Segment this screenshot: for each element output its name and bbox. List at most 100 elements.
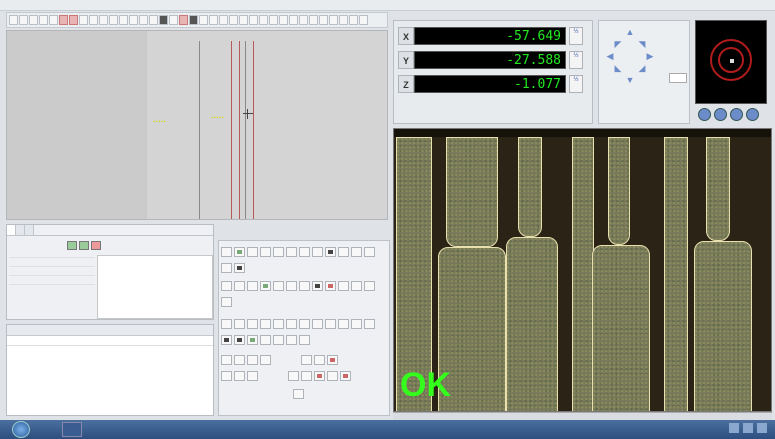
jog-up-right-icon[interactable]: ◥	[637, 39, 647, 49]
tool-button[interactable]	[299, 281, 310, 291]
tool-button[interactable]	[299, 335, 310, 345]
toolbar-button[interactable]	[299, 15, 308, 25]
tool-button[interactable]	[221, 247, 232, 257]
tool-button[interactable]	[340, 371, 351, 381]
radar-button[interactable]	[730, 108, 743, 121]
tool-button[interactable]	[247, 355, 258, 365]
jog-speed-field[interactable]	[669, 73, 687, 83]
jog-down-icon[interactable]: ▼	[625, 75, 635, 85]
toolbar-button[interactable]	[19, 15, 28, 25]
cad-view[interactable]: ····· ····· ⊥	[6, 30, 388, 220]
toolbar-button[interactable]	[59, 15, 68, 25]
tool-button[interactable]	[234, 319, 245, 329]
tool-button[interactable]	[299, 319, 310, 329]
toolbar-button[interactable]	[209, 15, 218, 25]
toolbar-button[interactable]	[129, 15, 138, 25]
tool-button[interactable]	[338, 319, 349, 329]
tool-button[interactable]	[288, 371, 299, 381]
jog-up-left-icon[interactable]: ◤	[613, 39, 623, 49]
start-button-icon[interactable]	[12, 421, 30, 438]
toolbar-button[interactable]	[39, 15, 48, 25]
tool-button[interactable]	[234, 263, 245, 273]
tool-button[interactable]	[301, 371, 312, 381]
toolbar-button[interactable]	[9, 15, 18, 25]
tool-button[interactable]	[293, 389, 304, 399]
tool-button[interactable]	[299, 247, 310, 257]
table-row[interactable]	[9, 276, 95, 285]
tool-button[interactable]	[312, 281, 323, 291]
taskbar-app-icon[interactable]	[62, 422, 82, 437]
tool-button[interactable]	[260, 247, 271, 257]
tool-button[interactable]	[338, 247, 349, 257]
tool-button[interactable]	[273, 319, 284, 329]
toolbar-button[interactable]	[359, 15, 368, 25]
tray-icon[interactable]	[729, 423, 739, 433]
tab[interactable]	[7, 225, 16, 235]
toolbar-button[interactable]	[159, 15, 168, 25]
tool-button[interactable]	[351, 319, 362, 329]
tool-button[interactable]	[234, 335, 245, 345]
tool-button[interactable]	[351, 247, 362, 257]
tool-button[interactable]	[221, 335, 232, 345]
toolbar-button[interactable]	[229, 15, 238, 25]
tool-button[interactable]	[325, 247, 336, 257]
tool-button[interactable]	[273, 335, 284, 345]
tool-button[interactable]	[301, 355, 312, 365]
tool-button[interactable]	[273, 247, 284, 257]
toolbar-button[interactable]	[309, 15, 318, 25]
tool-button[interactable]	[260, 355, 271, 365]
toolbar-button[interactable]	[219, 15, 228, 25]
y-half-button[interactable]: ½	[569, 51, 583, 69]
toolbar-button[interactable]	[279, 15, 288, 25]
toolbar-button[interactable]	[109, 15, 118, 25]
table-row[interactable]	[9, 267, 95, 276]
toolbar-button[interactable]	[49, 15, 58, 25]
tool-button[interactable]	[234, 247, 245, 257]
tool-button[interactable]	[247, 319, 258, 329]
tool-button[interactable]	[314, 355, 325, 365]
toolbar-button[interactable]	[189, 15, 198, 25]
tool-button[interactable]	[338, 281, 349, 291]
tool-button[interactable]	[364, 281, 375, 291]
tool-button[interactable]	[286, 335, 297, 345]
tab[interactable]	[25, 225, 34, 235]
toolbar-button[interactable]	[329, 15, 338, 25]
tool-button[interactable]	[221, 319, 232, 329]
tool-button[interactable]	[312, 319, 323, 329]
tool-button[interactable]	[221, 371, 232, 381]
tray-icon[interactable]	[757, 423, 767, 433]
tool-button[interactable]	[221, 263, 232, 273]
tool-button[interactable]	[247, 281, 258, 291]
tool-button[interactable]	[286, 281, 297, 291]
tool-button[interactable]	[325, 281, 336, 291]
tool-button[interactable]	[364, 247, 375, 257]
toolbar-button[interactable]	[69, 15, 78, 25]
z-half-button[interactable]: ½	[569, 75, 583, 93]
toolbar-button[interactable]	[139, 15, 148, 25]
x-half-button[interactable]: ½	[569, 27, 583, 45]
tool-button[interactable]	[221, 355, 232, 365]
tool-button[interactable]	[314, 371, 325, 381]
toolbar-button[interactable]	[99, 15, 108, 25]
tool-button[interactable]	[234, 355, 245, 365]
toolbar-button[interactable]	[79, 15, 88, 25]
tool-button[interactable]	[234, 281, 245, 291]
tool-button[interactable]	[247, 335, 258, 345]
tool-button[interactable]	[260, 319, 271, 329]
table-row[interactable]	[9, 249, 95, 258]
tool-button[interactable]	[286, 319, 297, 329]
toolbar-button[interactable]	[319, 15, 328, 25]
jog-left-icon[interactable]: ◀	[605, 51, 615, 61]
tool-button[interactable]	[234, 371, 245, 381]
toolbar-button[interactable]	[29, 15, 38, 25]
radar-button[interactable]	[746, 108, 759, 121]
toolbar-button[interactable]	[239, 15, 248, 25]
jog-up-icon[interactable]: ▲	[625, 27, 635, 37]
tray-icon[interactable]	[743, 423, 753, 433]
toolbar-button[interactable]	[249, 15, 258, 25]
tool-button[interactable]	[247, 371, 258, 381]
tool-button[interactable]	[364, 319, 375, 329]
tool-button[interactable]	[260, 281, 271, 291]
jog-down-right-icon[interactable]: ◢	[637, 63, 647, 73]
tool-button[interactable]	[327, 371, 338, 381]
